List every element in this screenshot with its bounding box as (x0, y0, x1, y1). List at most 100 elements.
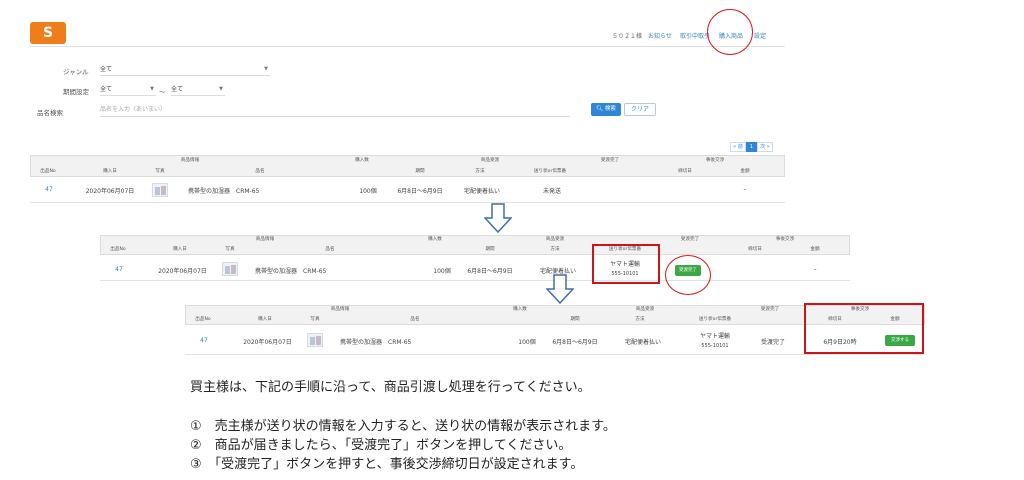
col-group-qty: 購入数 (355, 158, 369, 163)
col-schedule: 期間 (415, 169, 425, 174)
row-divider (100, 280, 850, 281)
row-divider (30, 202, 785, 203)
row-method: 宅配便着払い (624, 339, 661, 346)
col-photo: 写真 (310, 317, 320, 322)
period-from-select[interactable]: 全て ▼ (100, 84, 156, 96)
logo-text: S (42, 25, 54, 41)
clear-button-label: クリア (630, 106, 649, 113)
instructions-intro: 買主様は、下記の手順に沿って、商品引渡し処理を行ってください。 (190, 380, 591, 395)
highlight-box-waybill (592, 244, 660, 284)
row-name: 携帯型の加湿器 CRM-65 (188, 188, 260, 195)
col-method: 方法 (635, 317, 645, 322)
purchase-table-2: 商品情報 購入数 商品受渡 受渡完了 事後交渉 出品No 購入日 写真 品名 期… (100, 235, 850, 281)
genre-select[interactable]: 全て ▼ (100, 64, 270, 76)
keyword-input[interactable]: 品名を入力（あいまい） (100, 104, 570, 117)
col-group-complete: 受渡完了 (600, 158, 620, 163)
col-group-complete: 受渡完了 (760, 307, 780, 312)
period-separator: 〜 (159, 88, 166, 96)
chevron-down-icon: ▼ (150, 86, 154, 92)
pager-page-1[interactable]: 1 (746, 142, 757, 152)
row-method: 宅配便着払い (463, 188, 500, 195)
period-to-select[interactable]: 全て ▼ (171, 84, 225, 96)
row-divider (185, 354, 925, 355)
instruction-step-3: ③ 「受渡完了」ボタンを押すと、事後交渉締切日が設定されます。 (190, 457, 584, 472)
col-group-complete: 受渡完了 (680, 237, 700, 242)
down-arrow-icon (546, 274, 574, 304)
col-group-qty: 購入数 (428, 237, 442, 242)
genre-value: 全て (100, 66, 113, 73)
col-no: 出品No (40, 169, 56, 174)
nav-news[interactable]: お知らせ (648, 31, 672, 40)
table-header (100, 235, 850, 255)
row-no[interactable]: 47 (189, 337, 219, 344)
instruction-step-1: ① 売主様が送り状の情報を入力すると、送り状の情報が表示されます。 (190, 419, 616, 434)
row-date: 2020年06月07日 (158, 268, 207, 275)
search-button-label: 検索 (604, 106, 616, 112)
site-logo[interactable]: S (30, 22, 66, 44)
row-no[interactable]: 47 (104, 266, 134, 273)
product-thumbnail[interactable] (152, 183, 168, 197)
row-schedule: 6月8日〜6月9日 (552, 339, 598, 346)
row-schedule: 6月8日〜6月9日 (467, 268, 513, 275)
nav-trading[interactable]: 取引中取引 (680, 31, 710, 40)
col-method: 方法 (550, 247, 560, 252)
col-group-negotiation: 事後交渉 (775, 237, 795, 242)
pager-next[interactable]: 次 » (757, 142, 773, 152)
col-group-qty: 購入数 (513, 307, 527, 312)
col-no: 出品No (195, 317, 211, 322)
col-group-product: 商品情報 (255, 237, 275, 242)
search-icon: 🔍︎ (596, 106, 604, 112)
col-group-product: 商品情報 (180, 158, 200, 163)
user-name: ５０２１様 (612, 33, 643, 40)
col-date: 購入日 (258, 317, 272, 322)
col-date: 購入日 (173, 247, 187, 252)
row-waybill: 未発送 (542, 188, 561, 195)
col-waybill: 送り状or伝票番 (698, 317, 732, 322)
col-waybill: 送り状or伝票番 (533, 169, 567, 174)
col-amount: 金額 (740, 169, 750, 174)
period-label: 期間設定 (63, 88, 89, 96)
col-date: 購入日 (103, 169, 117, 174)
col-group-delivery: 商品受渡 (545, 237, 565, 242)
row-qty: 100個 (433, 268, 451, 275)
period-from-value: 全て (100, 86, 113, 93)
col-schedule: 期間 (485, 247, 495, 252)
chevron-down-icon: ▼ (264, 66, 268, 72)
col-schedule: 期間 (570, 317, 580, 322)
col-photo: 写真 (155, 169, 165, 174)
row-date: 2020年06月07日 (243, 339, 292, 346)
keyword-label: 品名検索 (37, 109, 63, 117)
search-button[interactable]: 🔍︎ 検索 (591, 103, 621, 116)
col-group-delivery: 商品受渡 (480, 158, 500, 163)
top-header: S ５０２１様 お知らせ 取引中取引 購入商品 設定 (30, 14, 785, 47)
row-name: 携帯型の加湿器 CRM-65 (340, 339, 412, 346)
row-waybill-number: 555-10101 (701, 343, 729, 349)
instruction-step-2: ② 商品が届きましたら、「受渡完了」ボタンを押してください。 (190, 438, 572, 453)
col-method: 方法 (475, 169, 485, 174)
product-thumbnail[interactable] (222, 262, 238, 276)
row-date: 2020年06月07日 (85, 188, 135, 195)
col-name: 品名 (255, 169, 265, 174)
col-group-product: 商品情報 (330, 307, 350, 312)
col-no: 出品No (110, 247, 126, 252)
row-qty: 100個 (359, 188, 377, 195)
row-waybill-carrier: ヤマト運輸 (699, 333, 730, 340)
clear-button[interactable]: クリア (624, 103, 656, 116)
col-deadline: 締切日 (748, 247, 762, 252)
period-to-value: 全て (171, 86, 184, 93)
col-deadline: 締切日 (678, 169, 692, 174)
col-amount: 金額 (810, 247, 820, 252)
purchase-table-1: 商品情報 購入数 商品受渡 受渡完了 事後交渉 出品No 購入日 写真 品名 期… (30, 155, 785, 203)
col-group-delivery: 商品受渡 (635, 307, 655, 312)
row-negotiation: – (743, 186, 747, 193)
nav-settings[interactable]: 設定 (754, 31, 766, 40)
row-negotiation: – (813, 266, 817, 273)
col-group-negotiation: 事後交渉 (705, 158, 725, 163)
product-thumbnail[interactable] (307, 333, 323, 347)
row-name: 携帯型の加湿器 CRM-65 (255, 268, 327, 275)
pager-prev[interactable]: « 前 (730, 142, 746, 152)
row-complete: 受渡完了 (760, 339, 785, 346)
chevron-down-icon: ▼ (219, 86, 223, 92)
highlight-circle-complete (665, 255, 711, 295)
row-no[interactable]: 47 (34, 186, 64, 193)
